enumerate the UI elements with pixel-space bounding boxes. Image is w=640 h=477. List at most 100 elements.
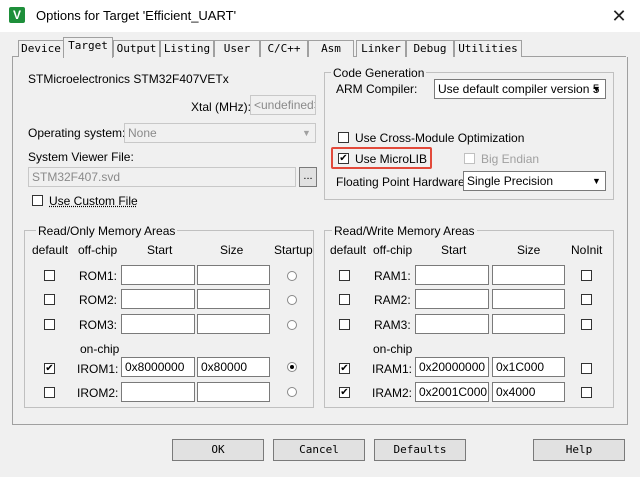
iram1-noinit-checkbox[interactable] xyxy=(581,363,592,374)
tab-device[interactable]: Device xyxy=(18,40,64,57)
os-value: None xyxy=(128,126,157,140)
ram3-size-input[interactable] xyxy=(492,314,565,334)
code-generation-title: Code Generation xyxy=(331,66,427,80)
cross-module-checkbox[interactable] xyxy=(338,132,349,143)
tab-c-cpp[interactable]: C/C++ xyxy=(260,40,308,57)
iram1-size-input[interactable]: 0x1C000 xyxy=(492,357,565,377)
os-select[interactable]: None ▼ xyxy=(124,123,316,143)
tab-output[interactable]: Output xyxy=(113,40,160,57)
rom1-startup-radio[interactable] xyxy=(287,271,297,281)
iram1-start-input[interactable]: 0x20000000 xyxy=(415,357,489,377)
use-custom-file-checkbox[interactable] xyxy=(32,195,43,206)
rom1-start-input[interactable] xyxy=(121,265,195,285)
arm-compiler-label: ARM Compiler: xyxy=(336,82,418,96)
irom2-label: IROM2: xyxy=(77,386,119,400)
ram3-default-checkbox[interactable] xyxy=(339,319,350,330)
device-name: STMicroelectronics STM32F407VETx xyxy=(28,72,229,86)
svd-input[interactable]: STM32F407.svd xyxy=(28,167,296,187)
ro-header-size: Size xyxy=(220,243,244,257)
ram1-noinit-checkbox[interactable] xyxy=(581,270,592,281)
rw-header-start: Start xyxy=(441,243,467,257)
ram2-size-input[interactable] xyxy=(492,289,565,309)
defaults-button[interactable]: Defaults xyxy=(374,439,466,461)
iram2-size-input[interactable]: 0x4000 xyxy=(492,382,565,402)
irom2-start-input[interactable] xyxy=(121,382,195,402)
rw-header-noinit: NoInit xyxy=(571,243,603,257)
rom3-default-checkbox[interactable] xyxy=(44,319,55,330)
irom1-startup-radio[interactable] xyxy=(287,362,297,372)
rom1-size-input[interactable] xyxy=(197,265,270,285)
ram1-default-checkbox[interactable] xyxy=(339,270,350,281)
irom2-size-input[interactable] xyxy=(197,382,270,402)
irom2-default-checkbox[interactable] xyxy=(44,387,55,398)
ram2-default-checkbox[interactable] xyxy=(339,294,350,305)
rw-header-offchip: off-chip xyxy=(373,243,413,257)
rom2-startup-radio[interactable] xyxy=(287,295,297,305)
tab-target[interactable]: Target xyxy=(63,37,113,58)
big-endian-label: Big Endian xyxy=(481,152,540,166)
iram1-label: IRAM1: xyxy=(372,362,413,376)
rom2-default-checkbox[interactable] xyxy=(44,294,55,305)
rom1-label: ROM1: xyxy=(79,269,118,283)
tab-user[interactable]: User xyxy=(214,40,260,57)
rom3-label: ROM3: xyxy=(79,318,118,332)
ro-header-startup: Startup xyxy=(274,243,313,257)
rw-header-default: default xyxy=(330,243,367,257)
chevron-down-icon: ▼ xyxy=(592,84,601,94)
ram2-noinit-checkbox[interactable] xyxy=(581,294,592,305)
xtal-input[interactable]: <undefined> xyxy=(250,95,316,115)
cross-module-label: Use Cross-Module Optimization xyxy=(355,131,525,145)
ro-onchip-label: on-chip xyxy=(80,342,120,356)
svd-browse-button[interactable]: ... xyxy=(299,167,317,187)
irom1-size-input[interactable]: 0x80000 xyxy=(197,357,270,377)
tab-utilities[interactable]: Utilities xyxy=(454,40,522,57)
iram1-default-checkbox[interactable]: ✔ xyxy=(339,363,350,374)
fp-hardware-select[interactable]: Single Precision ▼ xyxy=(463,171,606,191)
tab-debug[interactable]: Debug xyxy=(406,40,454,57)
use-custom-file-label: Use Custom File xyxy=(49,194,138,208)
window-title: Options for Target 'Efficient_UART' xyxy=(36,8,237,23)
iram2-start-input[interactable]: 0x2001C000 xyxy=(415,382,489,402)
ram2-start-input[interactable] xyxy=(415,289,489,309)
cancel-button[interactable]: Cancel xyxy=(273,439,365,461)
ram1-size-input[interactable] xyxy=(492,265,565,285)
irom2-startup-radio[interactable] xyxy=(287,387,297,397)
tab-listing[interactable]: Listing xyxy=(160,40,214,57)
iram2-default-checkbox[interactable]: ✔ xyxy=(339,387,350,398)
ram1-label: RAM1: xyxy=(374,269,411,283)
iram2-noinit-checkbox[interactable] xyxy=(581,387,592,398)
rom3-size-input[interactable] xyxy=(197,314,270,334)
ram3-start-input[interactable] xyxy=(415,314,489,334)
rom3-startup-radio[interactable] xyxy=(287,320,297,330)
ro-header-offchip: off-chip xyxy=(78,243,118,257)
ram2-label: RAM2: xyxy=(374,293,411,307)
fp-hardware-label: Floating Point Hardware: xyxy=(336,175,469,189)
tab-linker[interactable]: Linker xyxy=(356,40,406,57)
chevron-down-icon: ▼ xyxy=(302,128,311,138)
xtal-label: Xtal (MHz): xyxy=(191,100,251,114)
rom2-size-input[interactable] xyxy=(197,289,270,309)
ro-header-start: Start xyxy=(147,243,173,257)
arm-compiler-value: Use default compiler version 5 xyxy=(438,82,600,96)
ram1-start-input[interactable] xyxy=(415,265,489,285)
ok-button[interactable]: OK xyxy=(172,439,264,461)
close-button[interactable]: ✕ xyxy=(600,2,638,30)
help-button[interactable]: Help xyxy=(533,439,625,461)
read-write-memory-title: Read/Write Memory Areas xyxy=(332,224,477,238)
os-label: Operating system: xyxy=(28,126,126,140)
keil-app-icon: V xyxy=(9,7,25,23)
irom1-label: IROM1: xyxy=(77,362,119,376)
rom1-default-checkbox[interactable] xyxy=(44,270,55,281)
irom1-default-checkbox[interactable]: ✔ xyxy=(44,363,55,374)
ram3-noinit-checkbox[interactable] xyxy=(581,319,592,330)
rw-onchip-label: on-chip xyxy=(373,342,413,356)
big-endian-checkbox[interactable] xyxy=(464,153,475,164)
rom2-start-input[interactable] xyxy=(121,289,195,309)
irom1-start-input[interactable]: 0x8000000 xyxy=(121,357,195,377)
microlib-highlight-box xyxy=(331,147,432,169)
ram3-label: RAM3: xyxy=(374,318,411,332)
rw-header-size: Size xyxy=(517,243,541,257)
rom3-start-input[interactable] xyxy=(121,314,195,334)
arm-compiler-select[interactable]: Use default compiler version 5 ▼ xyxy=(434,79,606,99)
tab-asm[interactable]: Asm xyxy=(308,40,354,57)
